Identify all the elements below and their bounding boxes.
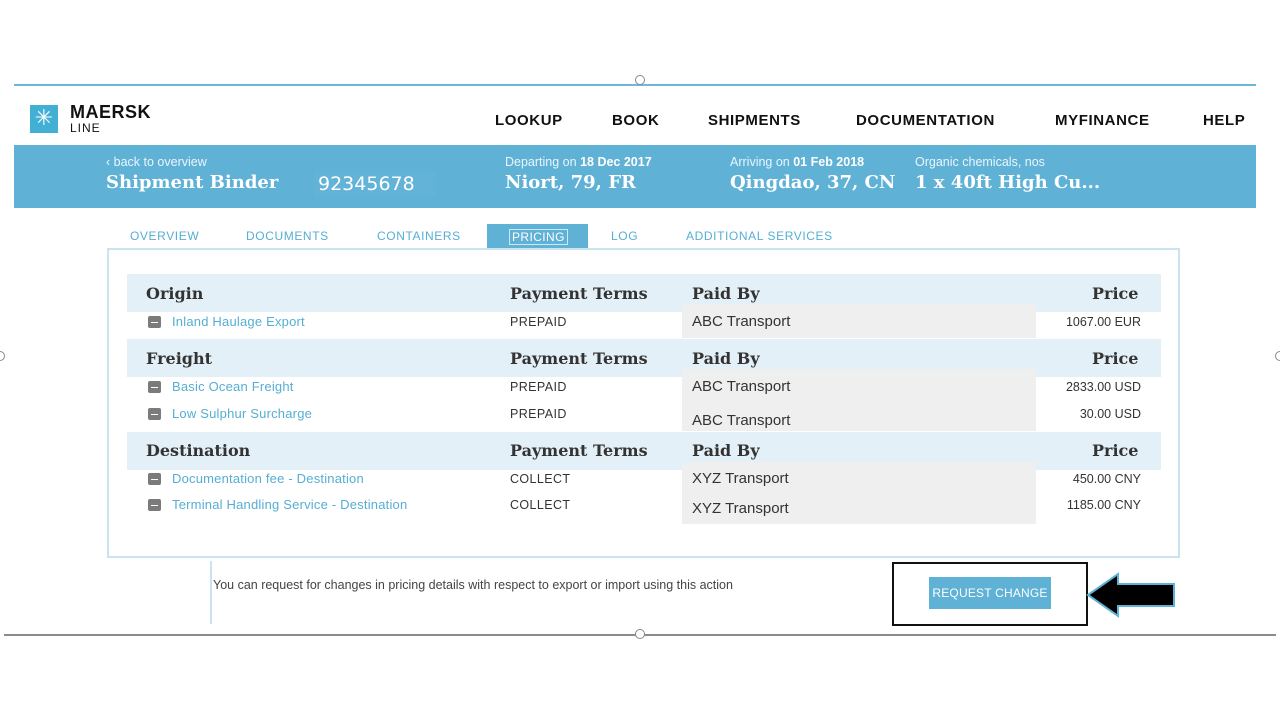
departing-info: Departing on 18 Dec 2017 bbox=[505, 155, 652, 169]
group-title-origin: Origin bbox=[146, 284, 204, 303]
tab-pricing[interactable]: PRICING bbox=[487, 224, 588, 249]
charge-link[interactable]: Low Sulphur Surcharge bbox=[172, 406, 312, 421]
shipment-id: 92345678 bbox=[314, 171, 436, 197]
expand-icon[interactable] bbox=[148, 499, 161, 511]
arrow-left-icon bbox=[1086, 572, 1175, 618]
col-paid-by: Paid By bbox=[692, 284, 760, 303]
action-description: You can request for changes in pricing d… bbox=[213, 578, 733, 592]
tab-documents[interactable]: DOCUMENTS bbox=[246, 229, 329, 243]
shipment-title: Shipment Binder bbox=[106, 172, 279, 193]
tab-containers[interactable]: CONTAINERS bbox=[377, 229, 461, 243]
col-payment-terms: Payment Terms bbox=[510, 349, 648, 368]
nav-lookup[interactable]: LOOKUP bbox=[495, 112, 563, 130]
expand-icon[interactable] bbox=[148, 473, 161, 485]
nav-shipments[interactable]: SHIPMENTS bbox=[708, 112, 801, 130]
payment-term: PREPAID bbox=[510, 380, 567, 394]
payment-term: COLLECT bbox=[510, 498, 571, 512]
brand-sub: LINE bbox=[70, 121, 101, 135]
resize-handle-bottom[interactable] bbox=[635, 629, 645, 639]
request-change-button[interactable]: REQUEST CHANGE bbox=[929, 577, 1051, 609]
chevron-left-icon: ‹ bbox=[106, 155, 111, 169]
departing-date: 18 Dec 2017 bbox=[580, 155, 652, 169]
paid-by: ABC Transport bbox=[692, 412, 791, 429]
slide-frame-top bbox=[14, 84, 1256, 86]
brand-name: MAERSK bbox=[70, 102, 152, 122]
expand-icon[interactable] bbox=[148, 316, 161, 328]
col-payment-terms: Payment Terms bbox=[510, 441, 648, 460]
container-summary: 1 x 40ft High Cu... bbox=[915, 172, 1101, 193]
charge-link[interactable]: Documentation fee - Destination bbox=[172, 471, 364, 486]
price: 2833.00 USD bbox=[1065, 380, 1141, 394]
back-link-label: back to overview bbox=[113, 155, 207, 169]
col-paid-by: Paid By bbox=[692, 441, 760, 460]
resize-handle-left[interactable] bbox=[0, 351, 5, 361]
col-paid-by: Paid By bbox=[692, 349, 760, 368]
tab-additional-services[interactable]: ADDITIONAL SERVICES bbox=[686, 229, 833, 243]
group-title-destination: Destination bbox=[146, 441, 251, 460]
nav-help[interactable]: HELP bbox=[1203, 112, 1245, 130]
nav-documentation[interactable]: DOCUMENTATION bbox=[856, 112, 995, 130]
charge-link[interactable]: Terminal Handling Service - Destination bbox=[172, 497, 407, 512]
col-payment-terms: Payment Terms bbox=[510, 284, 648, 303]
group-title-freight: Freight bbox=[146, 349, 212, 368]
brand-logo[interactable]: ✳ MAERSK LINE bbox=[30, 103, 151, 134]
expand-icon[interactable] bbox=[148, 381, 161, 393]
paid-by: XYZ Transport bbox=[692, 470, 789, 487]
nav-myfinance[interactable]: MYFINANCE bbox=[1055, 112, 1150, 130]
col-price: Price bbox=[1092, 284, 1139, 303]
paid-by: XYZ Transport bbox=[692, 500, 789, 517]
arriving-label: Arriving on bbox=[730, 155, 790, 169]
payment-term: PREPAID bbox=[510, 315, 567, 329]
departing-label: Departing on bbox=[505, 155, 577, 169]
tab-log[interactable]: LOG bbox=[611, 229, 638, 243]
resize-handle-right[interactable] bbox=[1275, 351, 1280, 361]
price: 1067.00 EUR bbox=[1065, 315, 1141, 329]
arriving-date: 01 Feb 2018 bbox=[793, 155, 865, 169]
tab-pricing-label: PRICING bbox=[509, 229, 568, 245]
charge-link[interactable]: Basic Ocean Freight bbox=[172, 379, 294, 394]
star-icon: ✳ bbox=[30, 104, 58, 133]
commodity: Organic chemicals, nos bbox=[915, 155, 1045, 169]
price: 450.00 CNY bbox=[1072, 472, 1141, 486]
col-price: Price bbox=[1092, 349, 1139, 368]
tab-overview[interactable]: OVERVIEW bbox=[130, 229, 199, 243]
charge-link[interactable]: Inland Haulage Export bbox=[172, 314, 305, 329]
price: 1185.00 CNY bbox=[1066, 498, 1141, 512]
payment-term: PREPAID bbox=[510, 407, 567, 421]
col-price: Price bbox=[1092, 441, 1139, 460]
expand-icon[interactable] bbox=[148, 408, 161, 420]
arriving-place: Qingdao, 37, CN bbox=[730, 172, 896, 193]
shipment-header: ‹ back to overview Shipment Binder 92345… bbox=[14, 145, 1256, 208]
price: 30.00 USD bbox=[1079, 407, 1141, 421]
paid-by: ABC Transport bbox=[692, 378, 791, 395]
resize-handle-top[interactable] bbox=[635, 75, 645, 85]
departing-place: Niort, 79, FR bbox=[505, 172, 636, 193]
nav-book[interactable]: BOOK bbox=[612, 112, 659, 130]
arriving-info: Arriving on 01 Feb 2018 bbox=[730, 155, 864, 169]
paid-by: ABC Transport bbox=[692, 313, 791, 330]
back-link[interactable]: ‹ back to overview bbox=[106, 155, 207, 169]
payment-term: COLLECT bbox=[510, 472, 571, 486]
